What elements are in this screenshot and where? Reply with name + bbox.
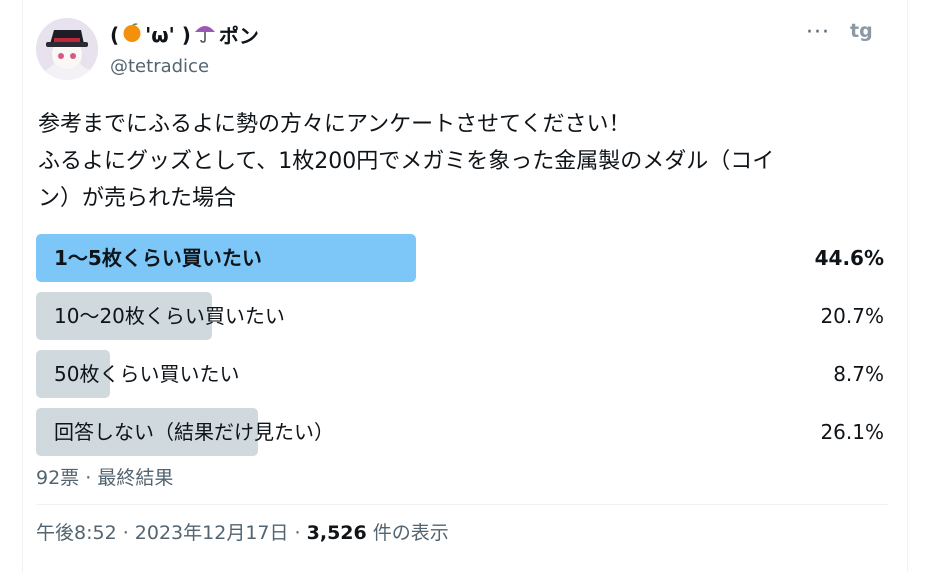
poll-option-label: 回答しない（結果だけ見たい） bbox=[54, 420, 334, 444]
poll-option-label: 10〜20枚くらい買いたい bbox=[54, 304, 285, 328]
poll-meta: 92票 · 最終結果 bbox=[36, 463, 173, 490]
poll-option-percent: 20.7% bbox=[820, 304, 884, 328]
poll-option-4: 回答しない（結果だけ見たい） 26.1% bbox=[36, 408, 888, 456]
poll-option-label: 50枚くらい買いたい bbox=[54, 362, 240, 386]
poll-option-3: 50枚くらい買いたい 8.7% bbox=[36, 350, 888, 398]
poll-vote-count: 92票 bbox=[36, 467, 80, 489]
divider bbox=[36, 504, 888, 505]
poll-option-percent: 26.1% bbox=[820, 420, 884, 444]
orange-icon bbox=[121, 21, 143, 48]
display-name-face: 'ω' ) bbox=[145, 22, 191, 47]
author-handle[interactable]: @tetradice bbox=[110, 56, 209, 77]
separator: · bbox=[79, 467, 98, 489]
author-display-name[interactable]: ( 'ω' ) ポン bbox=[110, 20, 259, 49]
poll: 1〜5枚くらい買いたい 44.6% 10〜20枚くらい買いたい 20.7% 50… bbox=[36, 234, 888, 466]
more-options-icon[interactable]: ··· bbox=[806, 20, 830, 45]
poll-option-1: 1〜5枚くらい買いたい 44.6% bbox=[36, 234, 888, 282]
post-date[interactable]: 2023年12月17日 bbox=[135, 522, 289, 544]
display-name-prefix: ( bbox=[110, 22, 120, 47]
poll-option-percent: 8.7% bbox=[833, 362, 884, 386]
display-name-suffix: ポン bbox=[218, 24, 259, 48]
avatar[interactable] bbox=[36, 18, 98, 80]
avatar-image bbox=[36, 18, 98, 80]
poll-option-2: 10〜20枚くらい買いたい 20.7% bbox=[36, 292, 888, 340]
view-count[interactable]: 3,526 bbox=[307, 522, 367, 544]
separator: · bbox=[288, 522, 307, 544]
poll-option-label: 1〜5枚くらい買いたい bbox=[54, 246, 262, 270]
tweet-text: 参考までにふるよに勢の方々にアンケートさせてください！ ふるよにグッズとして、1… bbox=[38, 112, 775, 211]
poll-option-percent: 44.6% bbox=[814, 246, 884, 270]
post-time[interactable]: 午後8:52 bbox=[36, 522, 117, 544]
brand-logo-icon: tg bbox=[850, 20, 873, 42]
poll-status: 最終結果 bbox=[97, 467, 174, 489]
umbrella-icon bbox=[193, 20, 217, 49]
view-count-suffix: 件の表示 bbox=[366, 522, 449, 544]
tweet-timestamp: 午後8:52 · 2023年12月17日 · 3,526 件の表示 bbox=[36, 518, 449, 545]
separator: · bbox=[116, 522, 135, 544]
